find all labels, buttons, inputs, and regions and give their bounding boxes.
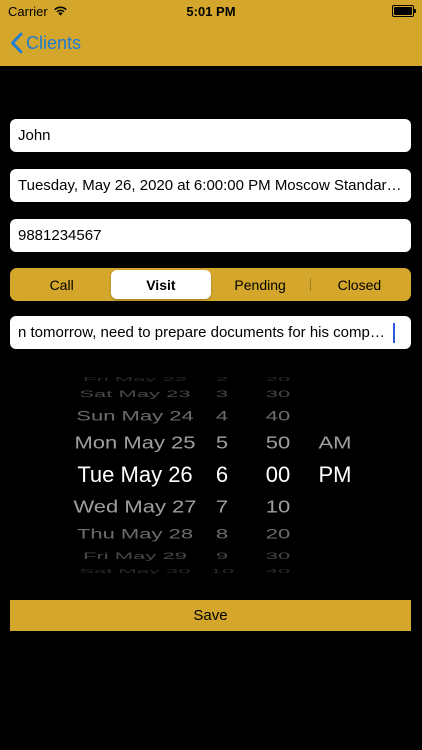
segment-visit[interactable]: Visit [111,270,211,299]
battery-icon [392,5,416,17]
picker-minute-row-4[interactable]: 00 [250,464,306,486]
date-value: Tuesday, May 26, 2020 at 6:00:00 PM Mosc… [18,177,403,194]
picker-hour-row-8[interactable]: 10 [199,568,245,574]
navigation-header: Carrier 5:01 PM Clients [0,0,422,66]
status-segmented-control: Call Visit Pending Closed [10,268,411,301]
picker-minute-row-0[interactable]: 20 [250,376,306,382]
picker-hour-column[interactable]: 2 3 4 5 6 7 8 9 10 [199,376,245,574]
segment-pending[interactable]: Pending [211,270,310,299]
picker-hour-row-1[interactable]: 3 [199,389,245,398]
picker-date-row-4[interactable]: Tue May 26 [55,464,215,486]
picker-date-row-8[interactable]: Sat May 30 [55,568,215,574]
picker-minute-row-1[interactable]: 30 [250,389,306,398]
text-cursor [393,322,395,343]
picker-date-row-6[interactable]: Thu May 28 [55,527,215,541]
picker-hour-row-7[interactable]: 9 [199,551,245,560]
segment-call[interactable]: Call [12,270,111,299]
phone-value: 9881234567 [18,227,102,244]
segment-closed[interactable]: Closed [309,270,409,299]
picker-minute-column[interactable]: 20 30 40 50 00 10 20 30 40 [250,376,306,574]
date-time-picker[interactable]: Fri May 22 Sat May 23 Sun May 24 Mon May 25… [0,376,422,574]
picker-hour-row-3[interactable]: 5 [199,434,245,451]
picker-date-row-5[interactable]: Wed May 27 [55,498,215,515]
picker-hour-row-6[interactable]: 8 [199,527,245,541]
picker-hour-row-2[interactable]: 4 [199,409,245,423]
status-bar: Carrier 5:01 PM [0,0,422,22]
date-field[interactable]: Tuesday, May 26, 2020 at 6:00:00 PM Mosc… [10,169,411,202]
picker-minute-row-6[interactable]: 20 [250,527,306,541]
picker-ampm-row-0[interactable]: AM [310,434,360,451]
picker-ampm-column[interactable]: AM PM [310,378,360,570]
name-field[interactable]: John [10,119,411,152]
phone-field[interactable]: 9881234567 [10,219,411,252]
chevron-left-icon [11,32,23,54]
picker-minute-row-5[interactable]: 10 [250,498,306,515]
picker-hour-row-4[interactable]: 6 [199,464,245,486]
picker-minute-row-3[interactable]: 50 [250,434,306,451]
picker-date-row-7[interactable]: Fri May 29 [55,551,215,560]
picker-date-row-1[interactable]: Sat May 23 [55,389,215,398]
back-button-label: Clients [26,32,82,53]
note-field[interactable]: n tomorrow, need to prepare documents fo… [10,316,411,349]
picker-minute-row-2[interactable]: 40 [250,409,306,423]
name-value: John [18,127,51,144]
picker-date-row-0[interactable]: Fri May 22 [55,376,215,382]
picker-date-column[interactable]: Fri May 22 Sat May 23 Sun May 24 Mon May 25… [55,376,215,574]
status-time: 5:01 PM [186,4,236,19]
picker-ampm-row-1[interactable]: PM [310,464,360,486]
note-value: n tomorrow, need to prepare documents fo… [18,324,393,341]
back-button[interactable]: Clients [10,30,81,56]
picker-minute-row-7[interactable]: 30 [250,551,306,560]
picker-minute-row-8[interactable]: 40 [250,568,306,574]
picker-hour-row-5[interactable]: 7 [199,498,245,515]
picker-hour-row-0[interactable]: 2 [199,376,245,382]
save-button[interactable]: Save [10,600,411,631]
picker-date-row-3[interactable]: Mon May 25 [55,434,215,451]
picker-date-row-2[interactable]: Sun May 24 [55,409,215,423]
